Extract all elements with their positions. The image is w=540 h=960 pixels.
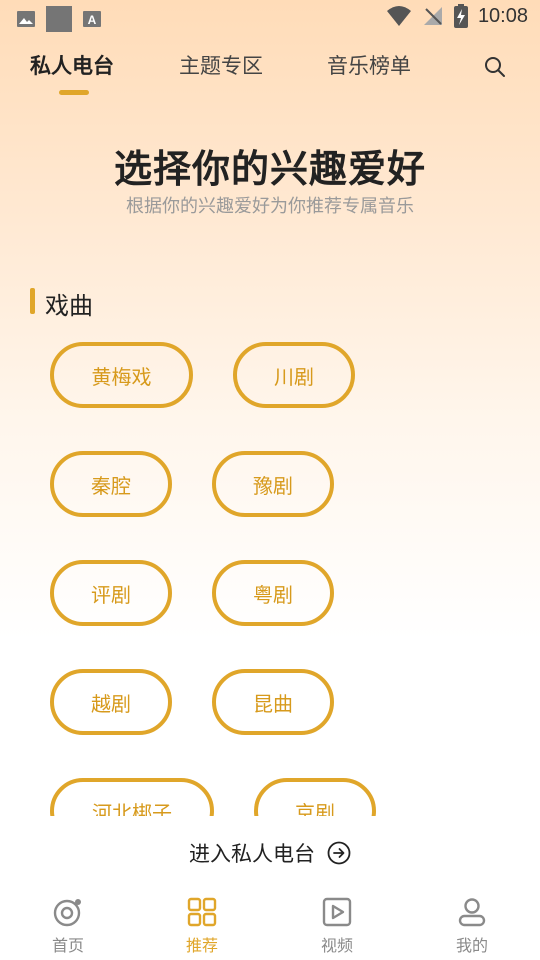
text-notification-icon: A (83, 11, 101, 27)
interest-chip[interactable]: 河北梆子 (50, 778, 214, 816)
bottom-nav: 首页 推荐 视频 我的 (0, 888, 540, 960)
wifi-icon (386, 6, 411, 26)
interest-chip[interactable]: 京剧 (254, 778, 376, 816)
nav-recommend[interactable]: 推荐 (162, 896, 242, 956)
interest-chip[interactable]: 粤剧 (212, 560, 334, 626)
image-notification-icon (17, 11, 35, 27)
tab-private-radio[interactable]: 私人电台 (30, 50, 114, 80)
nav-home-label: 首页 (51, 936, 84, 955)
active-tab-indicator (59, 90, 89, 95)
battery-charging-icon (453, 4, 468, 28)
screen: A 10:08 私人电台 主题专区 音乐榜单 选择你的兴趣爱好 根据你的兴趣爱好… (0, 0, 540, 960)
arrow-right-circle-icon (327, 841, 351, 865)
interest-chip[interactable]: 秦腔 (50, 451, 172, 517)
svg-text:A: A (88, 13, 97, 27)
grid-icon (187, 897, 217, 927)
interest-chip[interactable]: 越剧 (50, 669, 172, 735)
enter-radio-button[interactable]: 进入私人电台 (0, 838, 540, 868)
clock: 10:08 (477, 4, 528, 27)
user-icon (458, 898, 486, 927)
no-signal-icon (423, 7, 442, 25)
page-title: 选择你的兴趣爱好 (113, 147, 426, 191)
tab-music-charts[interactable]: 音乐榜单 (327, 50, 411, 80)
nav-recommend-label: 推荐 (185, 936, 218, 955)
nav-mine-label: 我的 (455, 936, 488, 955)
interest-chip[interactable]: 评剧 (50, 560, 172, 626)
interest-chip-list: 黄梅戏 川剧 秦腔 豫剧 评剧 粤剧 越剧 昆曲 河北梆子 京剧 (0, 330, 540, 816)
app-notification-icon (46, 6, 72, 32)
nav-video[interactable]: 视频 (297, 896, 377, 956)
interest-chip[interactable]: 黄梅戏 (50, 342, 193, 408)
search-icon[interactable] (483, 55, 507, 79)
nav-mine[interactable]: 我的 (432, 896, 512, 956)
page-subtitle: 根据你的兴趣爱好为你推荐专属音乐 (126, 196, 414, 217)
enter-radio-label: 进入私人电台 (189, 842, 315, 866)
status-bar: A 10:08 (0, 0, 540, 36)
section-title: 戏曲 (45, 292, 93, 320)
interest-chip[interactable]: 昆曲 (212, 669, 334, 735)
video-play-icon (322, 897, 352, 927)
interest-chip[interactable]: 豫剧 (212, 451, 334, 517)
nav-home[interactable]: 首页 (28, 896, 108, 956)
disc-icon (53, 899, 81, 927)
nav-video-label: 视频 (320, 936, 353, 955)
tab-theme-zone[interactable]: 主题专区 (179, 50, 263, 80)
interest-chip[interactable]: 川剧 (233, 342, 355, 408)
section-marker (30, 288, 35, 314)
